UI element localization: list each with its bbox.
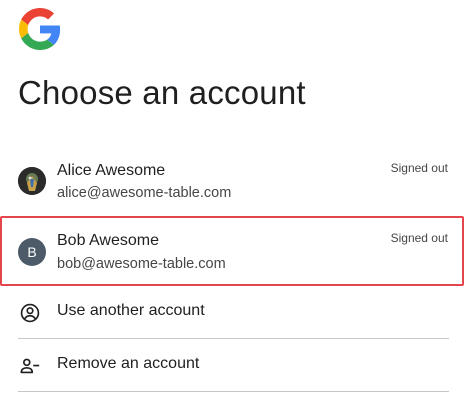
account-chooser-page: Choose an account Alice Awesome alice@aw…: [0, 0, 468, 412]
google-logo-icon: [19, 8, 61, 50]
account-row-alice[interactable]: Alice Awesome alice@awesome-table.com Si…: [0, 150, 464, 212]
avatar: [18, 167, 46, 195]
account-name: Bob Awesome: [57, 232, 159, 249]
avatar-photo-icon: [18, 167, 46, 195]
page-title: Choose an account: [18, 74, 306, 111]
account-circle-icon: [20, 303, 40, 323]
account-email: bob@awesome-table.com: [57, 256, 226, 272]
divider: [18, 391, 449, 392]
use-another-account-button[interactable]: Use another account: [0, 287, 450, 337]
remove-account-button[interactable]: Remove an account: [0, 340, 450, 390]
divider: [18, 338, 449, 339]
account-status: Signed out: [390, 161, 448, 175]
use-another-account-label: Use another account: [57, 302, 205, 319]
person-remove-icon: [20, 358, 40, 374]
account-email: alice@awesome-table.com: [57, 185, 232, 201]
account-name: Alice Awesome: [57, 162, 166, 179]
account-row-bob[interactable]: B Bob Awesome bob@awesome-table.com Sign…: [0, 216, 464, 286]
remove-account-label: Remove an account: [57, 355, 200, 372]
avatar: B: [18, 238, 46, 266]
account-status: Signed out: [390, 231, 448, 245]
